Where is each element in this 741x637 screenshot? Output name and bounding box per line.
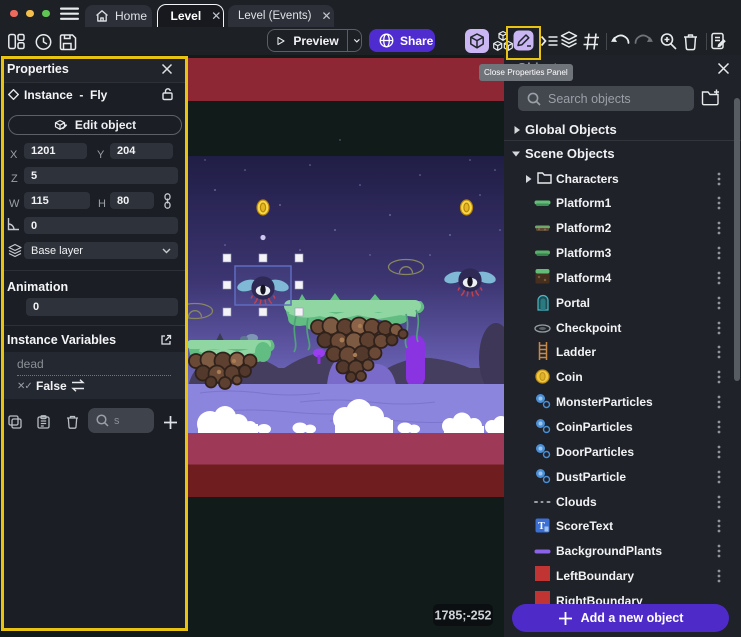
svg-text:1785;-252: 1785;-252	[435, 609, 492, 623]
svg-text:T: T	[538, 521, 545, 532]
